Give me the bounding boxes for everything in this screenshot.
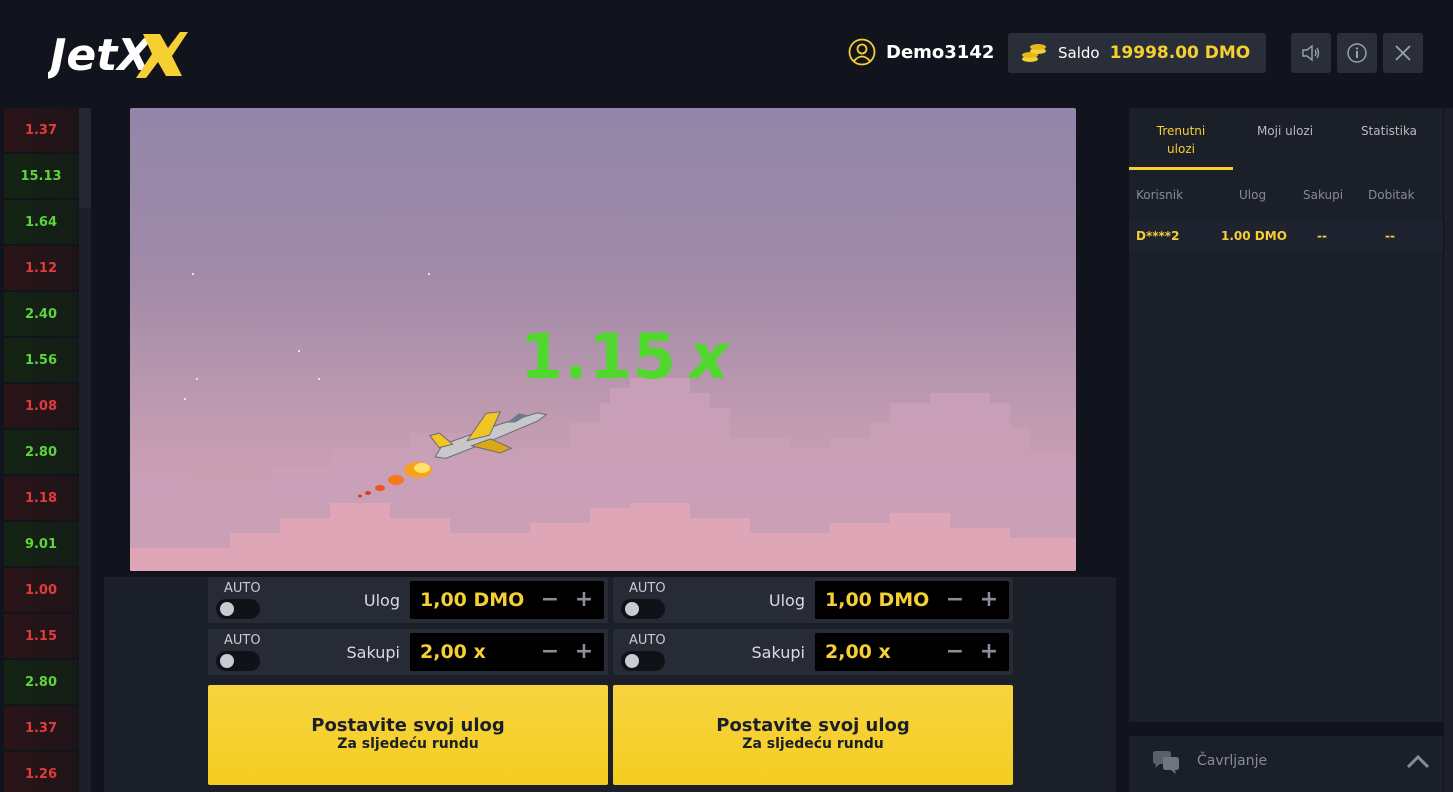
column-stake: Ulog	[1239, 188, 1267, 202]
bet1-stake-value: 1,00 DMO	[420, 589, 525, 611]
bet1-button-title: Postavite svoj ulog	[311, 715, 505, 736]
current-multiplier: 1.15 x	[520, 320, 730, 393]
bet2-stake-plus-button[interactable]: +	[979, 589, 999, 611]
bet2-cashout-value: 2,00 x	[825, 641, 891, 663]
history-scrollbar[interactable]	[79, 108, 91, 792]
info-button[interactable]	[1337, 33, 1377, 73]
bet2-place-bet-button[interactable]: Postavite svoj ulog Za sljedeću rundu	[613, 685, 1013, 785]
bet2-cashout-row: AUTO Sakupi 2,00 x − +	[613, 629, 1013, 675]
game-canvas: 1.15 x	[130, 108, 1076, 571]
column-user: Korisnik	[1136, 188, 1184, 202]
sound-button[interactable]	[1291, 33, 1331, 73]
bet2-stake-input[interactable]: 1,00 DMO − +	[815, 581, 1009, 619]
history-item: 1.56	[4, 338, 78, 382]
username: Demo3142	[886, 41, 995, 63]
bet2-auto-cashout-label: AUTO	[629, 633, 666, 648]
bet2-cashout-input[interactable]: 2,00 x − +	[815, 633, 1009, 671]
history-item: 1.37	[4, 706, 78, 750]
bet1-place-bet-button[interactable]: Postavite svoj ulog Za sljedeću rundu	[208, 685, 608, 785]
row-user: D****2	[1136, 229, 1180, 243]
column-cashout: Sakupi	[1303, 188, 1344, 202]
tab-current-bets[interactable]: Trenutni ulozi	[1129, 108, 1233, 170]
svg-text:JetX: JetX	[48, 30, 153, 81]
balance-label: Saldo	[1058, 44, 1100, 62]
table-row: D****2 1.00 DMO -- --	[1129, 220, 1443, 252]
bet1-auto-cashout-label: AUTO	[224, 633, 261, 648]
bet1-stake-label: Ulog	[363, 591, 400, 610]
bet1-cashout-minus-button[interactable]: −	[540, 641, 560, 663]
close-icon	[1395, 45, 1411, 61]
bet1-cashout-label: Sakupi	[346, 643, 400, 662]
sound-icon	[1302, 44, 1320, 62]
bet1-cashout-value: 2,00 x	[420, 641, 486, 663]
bet2-cashout-minus-button[interactable]: −	[945, 641, 965, 663]
tab-my-bets[interactable]: Moji ulozi	[1233, 108, 1337, 170]
bets-panel: Trenutni ulozi Moji ulozi Statistika Kor…	[1129, 108, 1443, 722]
tab-statistics[interactable]: Statistika	[1337, 108, 1441, 170]
bet1-button-subtitle: Za sljedeću rundu	[337, 736, 479, 752]
row-win: --	[1385, 229, 1395, 243]
column-win: Dobitak	[1368, 188, 1415, 202]
bet2-stake-value: 1,00 DMO	[825, 589, 930, 611]
close-button[interactable]	[1383, 33, 1423, 73]
tab-my-bets-label: Moji ulozi	[1256, 124, 1314, 138]
history-item: 1.26	[4, 752, 78, 792]
coins-icon	[1022, 44, 1046, 62]
chat-bar[interactable]: Čavrljanje	[1129, 736, 1443, 792]
bet1-stake-minus-button[interactable]: −	[540, 589, 560, 611]
history-item: 1.64	[4, 200, 78, 244]
multiplier-suffix: x	[688, 320, 730, 393]
bet1-cashout-input[interactable]: 2,00 x − +	[410, 633, 604, 671]
bet2-button-subtitle: Za sljedeću rundu	[742, 736, 884, 752]
history-item: 1.00	[4, 568, 78, 612]
multiplier-value: 1.15	[520, 320, 677, 393]
row-cashout: --	[1317, 229, 1327, 243]
bet1-auto-bet-toggle[interactable]	[216, 599, 260, 619]
row-stake: 1.00 DMO	[1221, 229, 1287, 243]
history-item: 2.80	[4, 660, 78, 704]
chevron-up-icon[interactable]	[1405, 752, 1431, 772]
bet2-stake-row: AUTO Ulog 1,00 DMO − +	[613, 577, 1013, 623]
history-item: 1.18	[4, 476, 78, 520]
bet2-stake-minus-button[interactable]: −	[945, 589, 965, 611]
history-item: 2.80	[4, 430, 78, 474]
bet1-auto-cashout-toggle[interactable]	[216, 651, 260, 671]
history-item: 1.12	[4, 246, 78, 290]
bet2-stake-label: Ulog	[768, 591, 805, 610]
header: JetX Demo3142 Saldo 19998.00 DMO	[0, 0, 1453, 104]
balance-box: Saldo 19998.00 DMO	[1008, 33, 1266, 73]
bet2-auto-bet-label: AUTO	[629, 581, 666, 596]
multiplier-history: 1.37 15.13 1.64 1.12 2.40 1.56 1.08 2.80 1.18 9.0…	[4, 108, 78, 792]
history-scroll-thumb[interactable]	[79, 108, 91, 208]
bet2-auto-cashout-toggle[interactable]	[621, 651, 665, 671]
bet1-auto-bet-label: AUTO	[224, 581, 261, 596]
history-item: 1.15	[4, 614, 78, 658]
history-item: 1.37	[4, 108, 78, 152]
bet1-stake-input[interactable]: 1,00 DMO − +	[410, 581, 604, 619]
history-item: 1.08	[4, 384, 78, 428]
history-item: 15.13	[4, 154, 78, 198]
jetx-logo: JetX	[48, 30, 188, 81]
chat-icon	[1153, 751, 1179, 774]
bet2-auto-bet-toggle[interactable]	[621, 599, 665, 619]
bet1-stake-plus-button[interactable]: +	[574, 589, 594, 611]
info-icon	[1347, 43, 1367, 63]
bet-panel: AUTO Ulog 1,00 DMO − + AUTO Sakupi 2,00 …	[104, 577, 1116, 792]
history-item: 2.40	[4, 292, 78, 336]
bet1-cashout-plus-button[interactable]: +	[574, 641, 594, 663]
balance-value: 19998.00 DMO	[1109, 43, 1251, 63]
panel-scrollbar[interactable]	[1444, 108, 1453, 792]
bet2-cashout-label: Sakupi	[751, 643, 805, 662]
user-icon	[848, 38, 876, 66]
user-info: Demo3142	[848, 38, 994, 66]
bet2-button-title: Postavite svoj ulog	[716, 715, 910, 736]
bet1-cashout-row: AUTO Sakupi 2,00 x − +	[208, 629, 608, 675]
tab-statistics-label: Statistika	[1360, 124, 1418, 138]
history-item: 9.01	[4, 522, 78, 566]
tab-current-bets-label: Trenutni ulozi	[1156, 124, 1206, 156]
chat-label: Čavrljanje	[1197, 753, 1268, 769]
bet2-cashout-plus-button[interactable]: +	[979, 641, 999, 663]
bet1-stake-row: AUTO Ulog 1,00 DMO − +	[208, 577, 608, 623]
